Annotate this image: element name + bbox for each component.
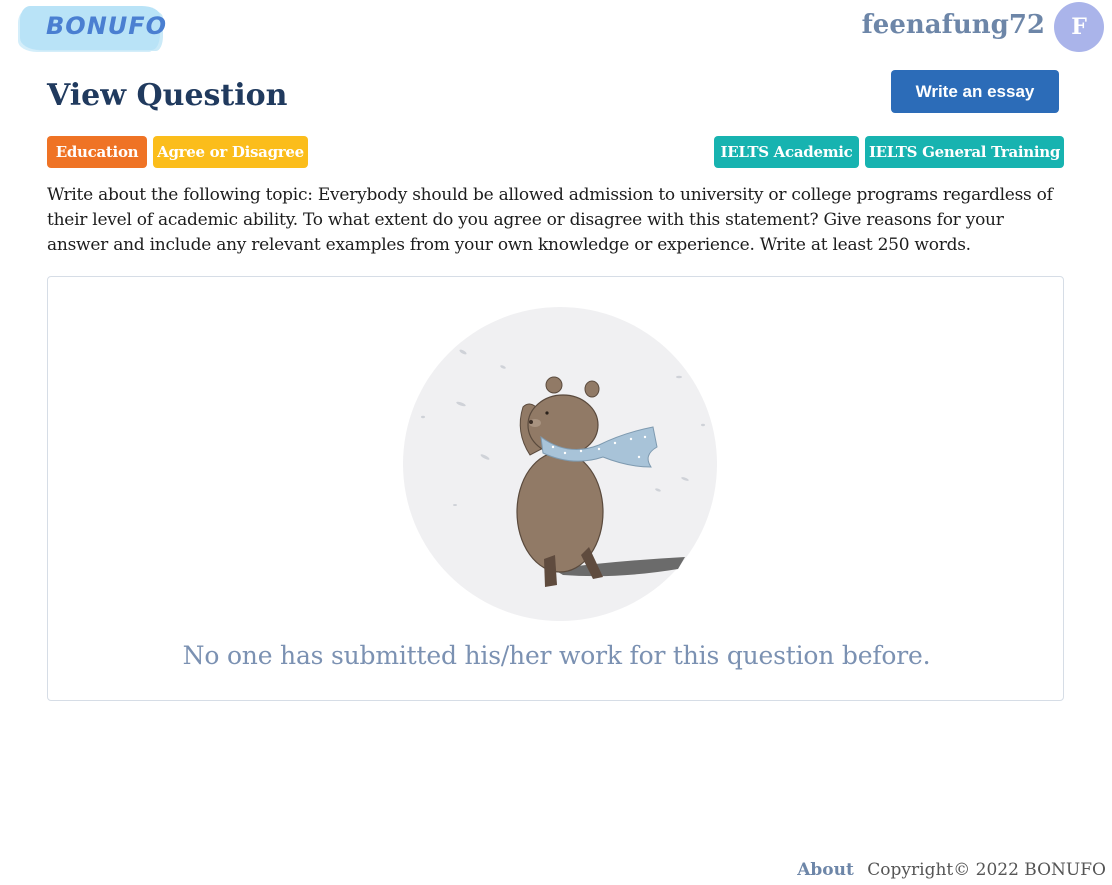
question-prompt: Write about the following topic: Everybo… <box>47 185 1053 255</box>
avatar-initial: F <box>1071 14 1087 40</box>
username[interactable]: feenafung72 <box>862 10 1045 40</box>
copyright-text: Copyright© 2022 BONUFO <box>867 860 1106 880</box>
bear-with-scarf-illustration <box>403 307 717 621</box>
about-link[interactable]: About <box>797 860 854 880</box>
brand-logo[interactable]: BONUFO <box>20 6 166 50</box>
tag-ielts-academic[interactable]: IELTS Academic <box>714 136 859 168</box>
tag-agree-or-disagree[interactable]: Agree or Disagree <box>153 136 308 168</box>
logo-text: BONUFO <box>46 12 168 40</box>
write-essay-button[interactable]: Write an essay <box>891 70 1059 113</box>
empty-state-message: No one has submitted his/her work for th… <box>182 641 931 670</box>
footer: About Copyright© 2022 BONUFO <box>797 860 1106 880</box>
tag-education[interactable]: Education <box>47 136 147 168</box>
page-title: View Question <box>47 78 288 113</box>
avatar[interactable]: F <box>1054 2 1104 52</box>
submissions-panel: No one has submitted his/her work for th… <box>47 276 1064 701</box>
tag-ielts-general-training[interactable]: IELTS General Training <box>865 136 1064 168</box>
